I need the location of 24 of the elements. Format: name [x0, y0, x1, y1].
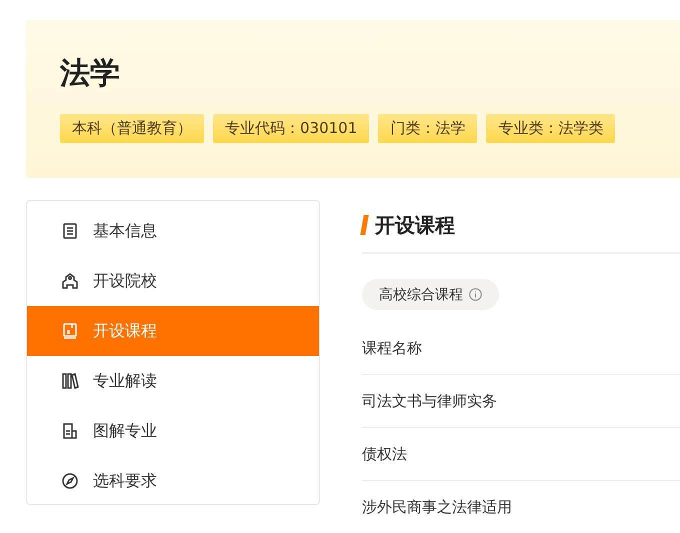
book-icon	[61, 322, 79, 340]
sidebar-item[interactable]: 图解专业	[27, 406, 319, 456]
info-tag: 专业代码：030101	[213, 114, 370, 143]
info-tag: 本科（普通教育）	[60, 114, 204, 143]
sidebar-item[interactable]: 专业解读	[27, 356, 319, 406]
compass-icon	[61, 472, 79, 490]
document-icon	[61, 422, 79, 440]
major-title: 法学	[60, 55, 121, 93]
books-icon	[61, 372, 79, 390]
info-tag: 门类：法学	[378, 114, 478, 143]
filter-chip[interactable]: 高校综合课程	[362, 279, 499, 310]
section-title: 开设课程	[375, 212, 455, 238]
info-icon	[469, 288, 482, 301]
info-tag: 专业类：法学类	[486, 114, 616, 143]
sidebar-item[interactable]: 选科要求	[27, 456, 319, 506]
column-header: 课程名称	[362, 338, 422, 358]
table-cell: 涉外民商事之法律适用	[362, 498, 512, 516]
building-icon	[61, 272, 79, 290]
accent-bar	[360, 215, 369, 235]
sidebar-item[interactable]: 基本信息	[27, 206, 319, 256]
sidebar-item[interactable]: 开设院校	[27, 256, 319, 306]
table-cell: 债权法	[362, 444, 407, 464]
list-icon	[61, 222, 79, 240]
table-cell: 司法文书与律师实务	[362, 392, 497, 410]
